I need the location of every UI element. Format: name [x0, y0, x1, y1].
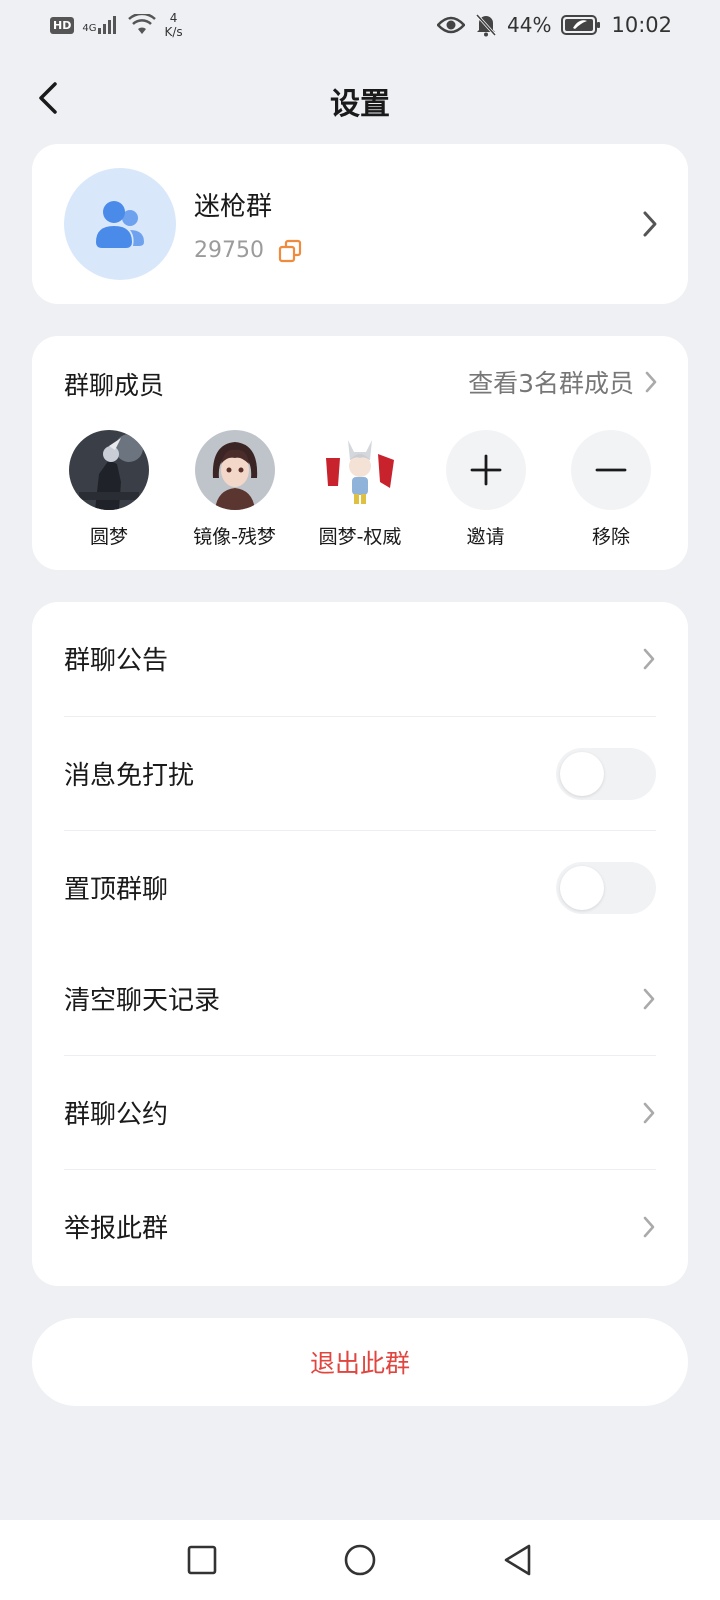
status-bar: HD 4G 4 K/s 44% 10:02	[0, 0, 720, 50]
settings-card: 群聊公告 消息免打扰 置顶群聊 清空聊天记录 群聊公约 举报此群	[32, 602, 688, 1286]
remove-label: 移除	[591, 526, 630, 548]
chevron-right-icon	[643, 988, 655, 1009]
setting-report-group[interactable]: 举报此群	[64, 1170, 656, 1283]
exit-group-button[interactable]: 退出此群	[32, 1318, 688, 1406]
member-avatar	[69, 430, 149, 510]
chevron-right-icon	[643, 211, 657, 237]
chevron-right-icon	[645, 371, 657, 393]
signal-icon: 4G	[82, 16, 120, 34]
avatar-image	[69, 430, 149, 510]
triangle-back-nav-icon	[504, 1544, 531, 1576]
setting-pin-chat: 置顶群聊	[64, 831, 656, 944]
square-nav-icon	[187, 1545, 217, 1575]
mute-bell-icon	[475, 13, 497, 37]
member-item[interactable]: 圆梦-权威	[301, 430, 419, 549]
member-avatar	[320, 430, 400, 510]
eye-icon	[437, 16, 466, 34]
plus-icon	[470, 454, 501, 486]
member-list: 圆梦 镜像-残梦 圆梦-权威 邀请 移除	[32, 430, 688, 549]
navigation-bar	[0, 1520, 720, 1600]
network-type: 4G	[82, 23, 97, 34]
header: 设置	[0, 66, 720, 130]
system-back-button[interactable]	[498, 1540, 538, 1580]
setting-label: 举报此群	[64, 1214, 169, 1244]
view-all-members-label: 查看3名群成员	[468, 369, 634, 398]
page-title: 设置	[330, 87, 390, 122]
invite-member-button[interactable]: 邀请	[427, 430, 545, 549]
setting-label: 群聊公约	[64, 1100, 169, 1130]
wifi-icon	[128, 14, 157, 34]
speed-value: 4	[169, 11, 178, 25]
member-name: 圆梦	[89, 526, 128, 548]
members-card: 群聊成员 查看3名群成员 圆梦 镜像-残梦 圆梦-权威 邀请 移除	[32, 336, 688, 570]
clock: 10:02	[611, 13, 672, 37]
status-left: HD 4G 4 K/s	[50, 11, 183, 39]
setting-label: 群聊公告	[64, 646, 169, 676]
view-all-members-link[interactable]: 查看3名群成员	[468, 364, 658, 400]
member-item[interactable]: 圆梦	[50, 430, 168, 549]
battery-icon	[561, 15, 601, 35]
chevron-right-icon	[643, 648, 655, 669]
setting-announcement[interactable]: 群聊公告	[64, 602, 656, 715]
group-id: 29750	[194, 238, 264, 263]
avatar-image	[194, 430, 275, 510]
setting-clear-history[interactable]: 清空聊天记录	[64, 942, 656, 1055]
toggle-knob	[560, 865, 604, 910]
chevron-right-icon	[643, 1102, 655, 1123]
network-speed: 4 K/s	[164, 11, 182, 39]
group-avatar	[64, 168, 176, 280]
status-right: 44% 10:02	[437, 13, 672, 37]
minus-icon	[595, 468, 627, 472]
home-button[interactable]	[340, 1540, 380, 1580]
member-name: 镜像-残梦	[193, 526, 276, 548]
hd-badge: HD	[50, 16, 75, 34]
pin-chat-toggle[interactable]	[556, 861, 656, 914]
exit-group-label: 退出此群	[309, 1349, 410, 1378]
invite-circle	[445, 430, 526, 510]
remove-member-button[interactable]: 移除	[552, 430, 670, 549]
circle-nav-icon	[344, 1544, 376, 1576]
avatar-image	[320, 430, 400, 510]
setting-group-rules[interactable]: 群聊公约	[64, 1056, 656, 1169]
speed-unit: K/s	[164, 25, 183, 39]
member-name: 圆梦-权威	[318, 526, 402, 548]
members-title: 群聊成员	[64, 371, 165, 400]
remove-circle	[571, 430, 651, 510]
do-not-disturb-toggle[interactable]	[556, 747, 656, 800]
setting-label: 消息免打扰	[64, 761, 195, 791]
member-item[interactable]: 镜像-残梦	[176, 430, 294, 549]
recent-apps-button[interactable]	[182, 1540, 222, 1580]
setting-label: 置顶群聊	[64, 875, 169, 905]
setting-do-not-disturb: 消息免打扰	[64, 717, 656, 830]
toggle-knob	[560, 751, 604, 796]
battery-percent: 44%	[507, 13, 552, 37]
chevron-right-icon	[643, 1216, 655, 1237]
copy-icon[interactable]	[278, 239, 302, 263]
group-info-card[interactable]: 迷枪群 29750	[32, 144, 688, 304]
setting-label: 清空聊天记录	[64, 986, 221, 1016]
group-name: 迷枪群	[194, 192, 273, 222]
member-avatar	[194, 430, 275, 510]
group-id-row: 29750	[194, 238, 302, 263]
group-icon	[96, 201, 144, 248]
invite-label: 邀请	[466, 526, 505, 548]
